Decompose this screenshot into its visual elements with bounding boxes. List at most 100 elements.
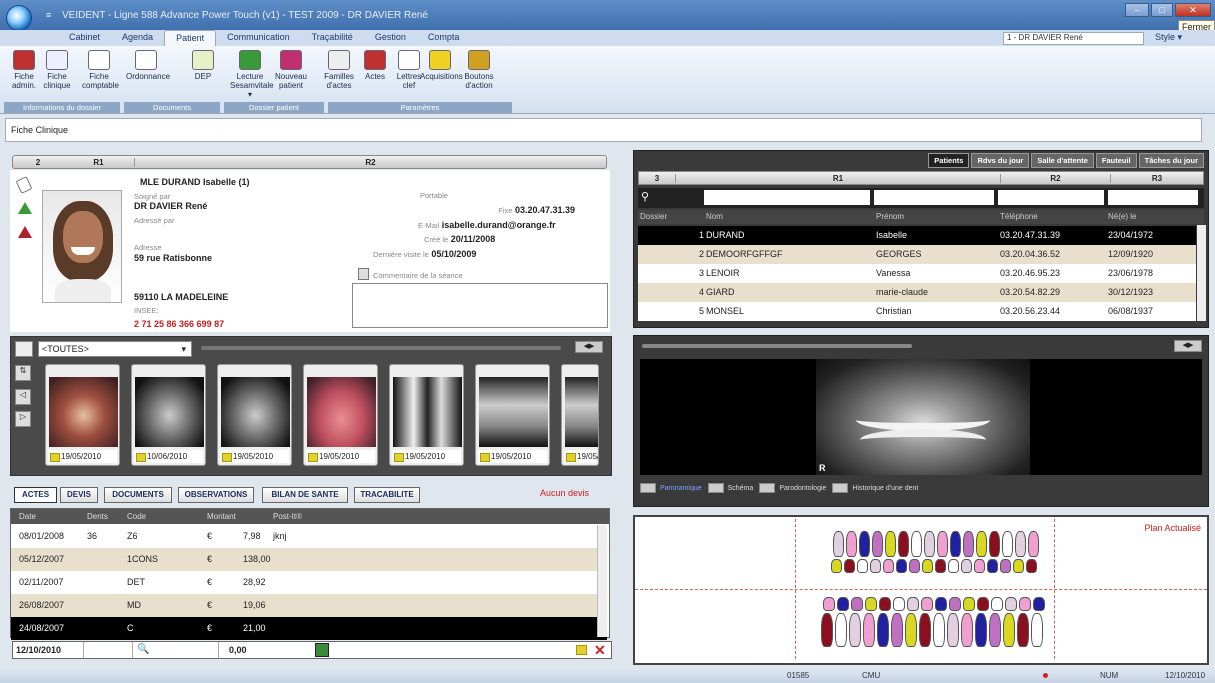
- tooth-icon[interactable]: [933, 613, 945, 647]
- image-filter-select[interactable]: <TOUTES> ▾: [38, 341, 192, 357]
- xray-tab-2[interactable]: Parodontologie: [759, 483, 826, 493]
- tab-bilan-de-sante[interactable]: BILAN DE SANTE: [262, 487, 348, 503]
- tooth-icon[interactable]: [987, 559, 998, 573]
- tooth-icon[interactable]: [1002, 531, 1013, 557]
- delete-icon[interactable]: ✕: [594, 642, 606, 659]
- xray-tab-3[interactable]: Historique d'une dent: [832, 483, 918, 493]
- tab-patients-2[interactable]: Salle d'attente: [1031, 153, 1094, 168]
- table-row[interactable]: 5 MONSEL Christian 03.20.56.23.44 06/08/1937: [638, 302, 1196, 321]
- menu-cabinet[interactable]: Cabinet: [58, 30, 111, 46]
- tooth-icon[interactable]: [885, 531, 896, 557]
- tooth-icon[interactable]: [835, 613, 847, 647]
- tab-patients-3[interactable]: Fauteuil: [1095, 153, 1137, 168]
- tooth-icon[interactable]: [1028, 531, 1039, 557]
- menu-agenda[interactable]: Agenda: [111, 30, 164, 46]
- table-row[interactable]: 4 GIARD marie-claude 03.20.54.82.29 30/12/19…: [638, 283, 1196, 302]
- ribbon-button-11[interactable]: Boutons d'action: [462, 50, 496, 90]
- ribbon-button-4[interactable]: DEP: [186, 50, 220, 81]
- tab-documents[interactable]: DOCUMENTS: [104, 487, 172, 503]
- tooth-icon[interactable]: [961, 613, 973, 647]
- tooth-icon[interactable]: [891, 613, 903, 647]
- tooth-icon[interactable]: [907, 597, 919, 611]
- xray-tab-1[interactable]: Schéma: [707, 483, 753, 493]
- tooth-icon[interactable]: [851, 597, 863, 611]
- tab-actes[interactable]: ACTES: [14, 487, 57, 503]
- tooth-icon[interactable]: [949, 597, 961, 611]
- tooth-icon[interactable]: [1000, 559, 1011, 573]
- maximize-button[interactable]: □: [1151, 3, 1173, 17]
- tab-devis[interactable]: DEVIS: [60, 487, 98, 503]
- tooth-icon[interactable]: [865, 597, 877, 611]
- minimize-button[interactable]: –: [1125, 3, 1149, 17]
- menu-compta[interactable]: Compta: [417, 30, 471, 46]
- xray-scrollbar[interactable]: [642, 344, 912, 348]
- tooth-icon[interactable]: [883, 559, 894, 573]
- search-name-input[interactable]: [704, 190, 870, 205]
- image-thumbnail[interactable]: 19/05/2010: [389, 364, 464, 466]
- quick-access-icon[interactable]: ≡: [46, 10, 51, 20]
- tab-tracabilite[interactable]: TRACABILITE: [354, 487, 420, 503]
- tooth-icon[interactable]: [989, 531, 1000, 557]
- table-row[interactable]: 3 LENOIR Vanessa 03.20.46.95.23 23/06/1978: [638, 264, 1196, 283]
- tooth-icon[interactable]: [823, 597, 835, 611]
- image-scrollbar[interactable]: [201, 346, 561, 350]
- tooth-icon[interactable]: [1013, 559, 1024, 573]
- session-comment-field[interactable]: [352, 283, 608, 328]
- table-row[interactable]: 2 DEMOORFGFFGF GEORGES 03.20.04.36.52 12/09/…: [638, 245, 1196, 264]
- image-thumbnail[interactable]: 19/05/2010: [45, 364, 120, 466]
- close-button[interactable]: ✕: [1175, 3, 1211, 17]
- tooth-icon[interactable]: [905, 613, 917, 647]
- ribbon-button-5[interactable]: Lecture Sesamvitale ▾: [230, 50, 274, 99]
- tooth-icon[interactable]: [909, 559, 920, 573]
- ribbon-button-3[interactable]: Ordonnance: [126, 50, 170, 81]
- image-thumbnail[interactable]: 19/05/2: [561, 364, 599, 466]
- ribbon-button-6[interactable]: Nouveau patient: [274, 50, 308, 90]
- menu-communication[interactable]: Communication: [216, 30, 301, 46]
- tooth-icon[interactable]: [976, 531, 987, 557]
- note-icon[interactable]: [576, 645, 587, 655]
- tooth-icon[interactable]: [849, 613, 861, 647]
- alert-red-icon[interactable]: [18, 226, 32, 238]
- menu-tracabilite[interactable]: Traçabilité: [301, 30, 364, 46]
- xray-tab-0[interactable]: Panoramique: [640, 483, 702, 493]
- tooth-icon[interactable]: [919, 613, 931, 647]
- table-row[interactable]: 24/08/2007 C €21,00: [11, 617, 607, 640]
- tooth-icon[interactable]: [989, 613, 1001, 647]
- search-icon[interactable]: 🔍: [137, 644, 149, 655]
- menu-patient[interactable]: Patient: [164, 30, 217, 46]
- tooth-icon[interactable]: [911, 531, 922, 557]
- ribbon-button-7[interactable]: Familles d'actes: [322, 50, 356, 90]
- ribbon-button-1[interactable]: Fiche clinique: [40, 50, 74, 90]
- menu-gestion[interactable]: Gestion: [364, 30, 417, 46]
- clip-icon[interactable]: [15, 176, 33, 194]
- tooth-icon[interactable]: [863, 613, 875, 647]
- money-icon[interactable]: [315, 643, 329, 657]
- image-thumbnail[interactable]: 10/06/2010: [131, 364, 206, 466]
- prev-icon[interactable]: ◁: [15, 389, 31, 405]
- search-birth-input[interactable]: [1108, 190, 1198, 205]
- sort-icon[interactable]: ⇅: [15, 365, 31, 381]
- tooth-icon[interactable]: [833, 531, 844, 557]
- tooth-icon[interactable]: [975, 613, 987, 647]
- ribbon-button-10[interactable]: Acquisitions: [420, 50, 463, 81]
- image-thumbnail[interactable]: 19/05/2010: [303, 364, 378, 466]
- tooth-icon[interactable]: [1005, 597, 1017, 611]
- tab-patients-4[interactable]: Tâches du jour: [1138, 153, 1204, 168]
- footer-teeth-field[interactable]: [83, 642, 133, 658]
- search-icon[interactable]: ⚲: [641, 190, 649, 203]
- tooth-icon[interactable]: [1019, 597, 1031, 611]
- doctor-select[interactable]: 1 - DR DAVIER René: [1003, 32, 1144, 45]
- tooth-icon[interactable]: [977, 597, 989, 611]
- footer-date-input[interactable]: 12/10/2010: [16, 645, 61, 655]
- tooth-icon[interactable]: [879, 597, 891, 611]
- search-phone-input[interactable]: [998, 190, 1104, 205]
- tooth-icon[interactable]: [1003, 613, 1015, 647]
- tooth-icon[interactable]: [837, 597, 849, 611]
- tooth-icon[interactable]: [950, 531, 961, 557]
- alert-green-icon[interactable]: [18, 202, 32, 214]
- tooth-icon[interactable]: [935, 597, 947, 611]
- tooth-icon[interactable]: [924, 531, 935, 557]
- tooth-icon[interactable]: [921, 597, 933, 611]
- tooth-icon[interactable]: [1017, 613, 1029, 647]
- tab-patients-0[interactable]: Patients: [928, 153, 970, 168]
